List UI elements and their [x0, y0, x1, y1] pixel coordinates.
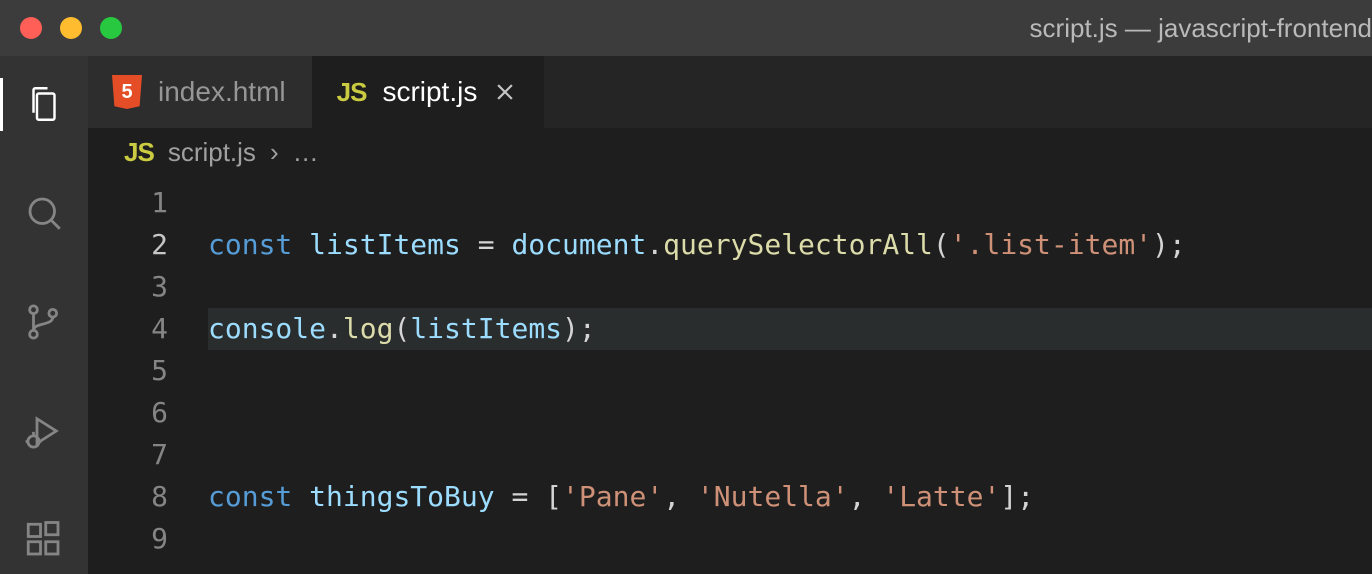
tab-label: script.js [382, 76, 477, 108]
tabs-bar: 5 index.html JS script.js [88, 56, 1372, 128]
close-icon [494, 81, 516, 103]
debug-icon [23, 410, 65, 452]
activity-search[interactable] [0, 179, 88, 248]
code-editor[interactable]: 1 2 3 4 5 6 7 8 9 const listItems = docu… [88, 176, 1372, 574]
close-tab-button[interactable] [493, 80, 517, 104]
close-window-button[interactable] [20, 17, 42, 39]
line-gutter: 1 2 3 4 5 6 7 8 9 [88, 176, 208, 574]
html5-icon: 5 [112, 75, 142, 109]
breadcrumb-symbol: … [293, 137, 321, 168]
activity-bar [0, 56, 88, 574]
breadcrumb-file: script.js [168, 137, 256, 168]
chevron-right-icon: › [270, 137, 279, 168]
activity-explorer[interactable] [0, 70, 88, 139]
activity-run-debug[interactable] [0, 396, 88, 465]
files-icon [23, 83, 65, 125]
breadcrumb[interactable]: JS script.js › … [88, 128, 1372, 176]
activity-source-control[interactable] [0, 288, 88, 357]
js-icon: JS [337, 77, 367, 108]
maximize-window-button[interactable] [100, 17, 122, 39]
window-title: script.js — javascript-frontend [1030, 0, 1372, 56]
title-bar: script.js — javascript-frontend [0, 0, 1372, 56]
tab-index-html[interactable]: 5 index.html [88, 56, 313, 128]
activity-extensions[interactable] [0, 505, 88, 574]
tab-script-js[interactable]: JS script.js [313, 56, 545, 128]
window-controls [0, 17, 122, 39]
js-icon: JS [124, 137, 154, 168]
search-icon [23, 192, 65, 234]
git-branch-icon [23, 301, 65, 343]
minimize-window-button[interactable] [60, 17, 82, 39]
extensions-icon [23, 519, 65, 561]
tab-label: index.html [158, 76, 286, 108]
code-content[interactable]: const listItems = document.querySelector… [208, 176, 1372, 574]
